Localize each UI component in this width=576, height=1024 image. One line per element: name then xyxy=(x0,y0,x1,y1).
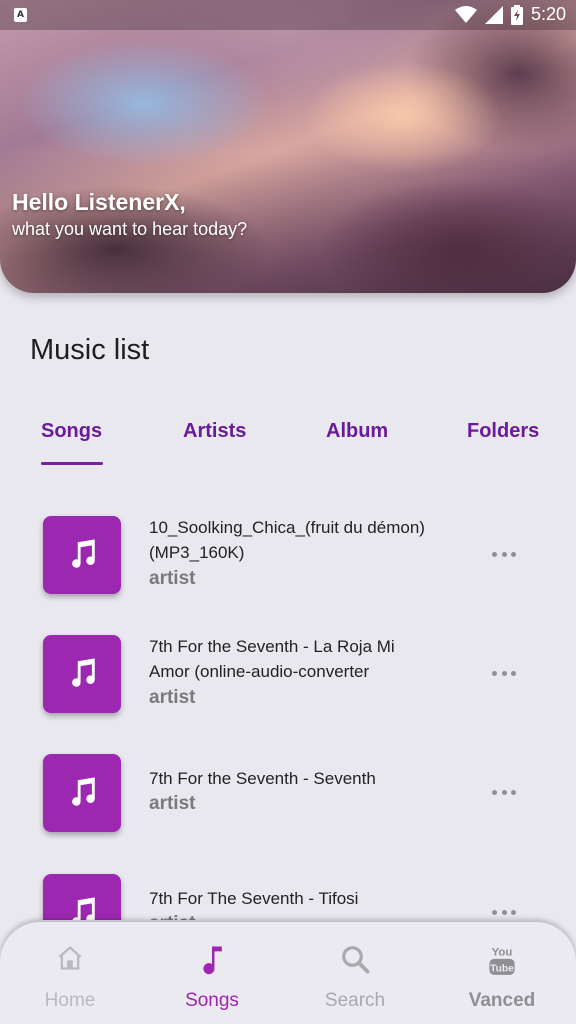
signal-icon xyxy=(484,5,503,24)
tab-songs[interactable]: Songs xyxy=(41,420,102,466)
tab-active-indicator xyxy=(41,462,103,465)
song-artist: artist xyxy=(149,568,196,589)
music-note-icon xyxy=(72,897,95,920)
nav-home[interactable]: Home xyxy=(0,922,140,1024)
music-note-icon xyxy=(72,539,95,568)
more-options-icon[interactable] xyxy=(492,668,516,678)
more-options-icon[interactable] xyxy=(492,907,516,917)
nav-label: Vanced xyxy=(468,990,536,1011)
nav-vanced[interactable]: You Tube Vanced xyxy=(432,922,572,1024)
tab-artists[interactable]: Artists xyxy=(183,420,246,466)
song-title: 10_Soolking_Chica_(fruit du démon)(MP3_1… xyxy=(149,518,425,562)
song-title: 7th For The Seventh - Tifosi xyxy=(149,889,359,908)
greeting-title: Hello ListenerX, xyxy=(12,189,186,215)
tab-album[interactable]: Album xyxy=(326,420,388,466)
song-thumbnail xyxy=(43,874,121,920)
music-note-icon xyxy=(72,777,95,806)
list-item[interactable]: 7th For the Seventh - La Roja Mi Amor (o… xyxy=(0,619,576,729)
search-icon xyxy=(342,946,370,974)
more-options-icon[interactable] xyxy=(492,787,516,797)
nav-songs[interactable]: Songs xyxy=(142,922,282,1024)
svg-text:You: You xyxy=(492,946,513,958)
song-thumbnail xyxy=(43,754,121,832)
song-thumbnail xyxy=(43,635,121,713)
song-thumbnail xyxy=(43,516,121,594)
header-banner: Hello ListenerX, what you want to hear t… xyxy=(0,0,576,293)
song-list: 10_Soolking_Chica_(fruit du démon)(MP3_1… xyxy=(0,500,576,920)
music-note-icon xyxy=(72,658,95,687)
music-note-icon xyxy=(203,946,222,975)
status-bar: A 5:20 xyxy=(0,0,576,30)
tab-folders[interactable]: Folders xyxy=(467,420,539,466)
song-artist: artist xyxy=(149,793,196,814)
song-title: 7th For the Seventh - Seventh xyxy=(149,769,376,788)
app-notification-icon: A xyxy=(14,8,27,22)
nav-search[interactable]: Search xyxy=(285,922,425,1024)
song-title: 7th For the Seventh - La Roja Mi Amor (o… xyxy=(149,637,395,681)
list-item[interactable]: 10_Soolking_Chica_(fruit du démon)(MP3_1… xyxy=(0,500,576,610)
nav-label: Songs xyxy=(185,990,239,1011)
list-item[interactable]: 7th For the Seventh - Seventh artist xyxy=(0,738,576,848)
status-time: 5:20 xyxy=(530,4,566,24)
nav-label: Home xyxy=(44,990,96,1011)
list-item[interactable]: 7th For The Seventh - Tifosi artist xyxy=(0,858,576,920)
battery-charging-icon xyxy=(510,4,523,25)
greeting-subtitle: what you want to hear today? xyxy=(12,219,248,239)
more-options-icon[interactable] xyxy=(492,549,516,559)
svg-text:Tube: Tube xyxy=(490,963,514,974)
nav-label: Search xyxy=(324,990,386,1011)
song-artist: artist xyxy=(149,913,195,920)
wifi-icon xyxy=(454,5,477,23)
song-artist: artist xyxy=(149,687,196,708)
bottom-navigation: Home Songs Search You Tube Vanced xyxy=(0,922,576,1024)
home-icon xyxy=(58,945,82,970)
page-title: Music list xyxy=(30,334,150,366)
youtube-icon: You Tube xyxy=(489,946,515,975)
